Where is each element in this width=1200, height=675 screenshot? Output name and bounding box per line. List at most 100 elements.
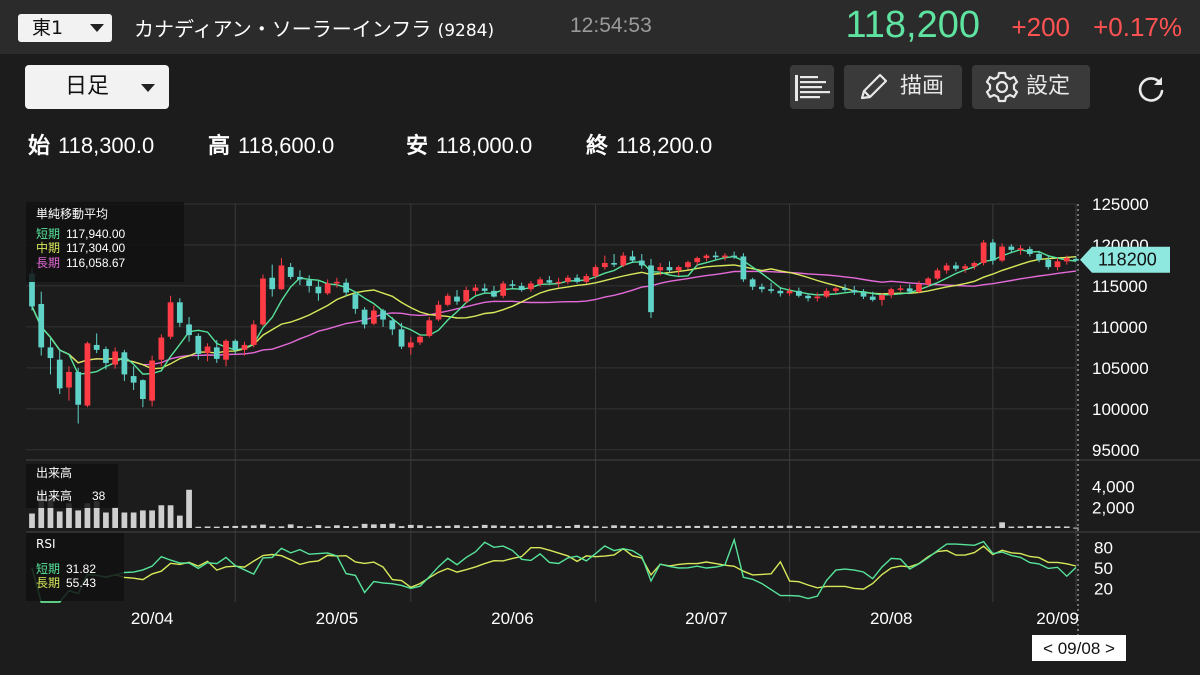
current-price-label: 118200: [1098, 250, 1157, 270]
candle-body: [481, 288, 488, 291]
chevron-down-icon: [90, 24, 104, 32]
candle-body: [583, 276, 590, 282]
volume-bar: [805, 526, 811, 528]
volume-bar: [620, 525, 627, 528]
volume-bar: [103, 512, 109, 528]
candle-body: [518, 285, 525, 291]
candle-body: [925, 278, 932, 285]
candle-body: [75, 371, 82, 405]
volume-bar: [657, 525, 664, 528]
volume-bar: [814, 526, 821, 528]
rsi-long-line: [31, 545, 1077, 603]
candle-body: [66, 371, 72, 388]
volume-bar: [334, 525, 340, 528]
candle-body: [648, 265, 654, 313]
draw-label: 描画: [900, 74, 945, 99]
rsi-axis-tick: 20: [1094, 579, 1113, 598]
volume-bar: [537, 525, 544, 528]
volume-bar: [481, 524, 488, 528]
indicator-list-button[interactable]: [790, 65, 834, 109]
volume-bar: [130, 512, 137, 528]
candle-body: [407, 342, 414, 348]
candle-body: [223, 340, 229, 360]
candle-body: [777, 290, 784, 294]
x-axis-tick: 20/09: [1036, 609, 1079, 628]
refresh-icon[interactable]: [1134, 72, 1168, 106]
volume-bar: [740, 526, 747, 528]
candle-body: [352, 294, 359, 309]
price-axis-tick: 115000: [1092, 277, 1147, 296]
candle-body: [842, 288, 848, 291]
candle-body: [417, 336, 423, 343]
volume-bar: [916, 526, 922, 528]
volume-bar: [953, 526, 959, 528]
volume-bar: [574, 524, 580, 528]
candle-body: [1045, 259, 1052, 268]
candle-body: [962, 266, 968, 269]
cursor-date[interactable]: < 09/08 >: [1032, 635, 1126, 661]
rsi-lines: [31, 537, 1077, 603]
volume-bar: [241, 525, 248, 528]
volume-bar: [112, 507, 119, 528]
volume-bar: [897, 525, 904, 528]
volume-bar: [1008, 526, 1015, 528]
candle-body: [1008, 246, 1015, 250]
volume-bar: [601, 526, 608, 528]
volume-bar: [1054, 526, 1061, 528]
volume-bar: [75, 510, 82, 528]
legend-mid-name: 中期: [36, 240, 60, 255]
volume-axis-tick: 2,000: [1092, 498, 1135, 517]
volume-bar: [971, 526, 978, 528]
rsi-axis-tick: 80: [1094, 539, 1113, 558]
draw-button[interactable]: 描画: [844, 65, 962, 109]
candle-body: [38, 303, 45, 348]
volume-bar: [555, 526, 562, 528]
settings-button[interactable]: 設定: [972, 65, 1090, 109]
volume-bar: [269, 526, 276, 528]
volume-bar: [398, 526, 405, 528]
x-axis-tick: 20/04: [131, 609, 174, 628]
volume-bar: [315, 525, 322, 528]
candle-body: [444, 295, 451, 305]
volume-bar: [463, 526, 470, 528]
candle-body: [916, 284, 922, 292]
volume-bar: [546, 525, 553, 528]
candle-body: [112, 351, 119, 365]
chevron-down-icon: [141, 84, 155, 92]
market-select[interactable]: 東1: [18, 14, 112, 42]
candle-body: [657, 267, 664, 271]
volume-bar: [675, 526, 682, 528]
candle-body: [186, 324, 192, 336]
candle-body: [823, 290, 830, 297]
volume-bar: [823, 526, 830, 528]
volume-bar: [722, 526, 728, 528]
stock-chart[interactable]: 9500010000010500011000011500012000012500…: [0, 190, 1200, 675]
volume-bar: [352, 526, 359, 528]
candle-body: [121, 352, 128, 375]
price-change-percent: +0.17%: [1093, 12, 1182, 42]
candle-body: [306, 280, 313, 286]
candle-body: [712, 255, 719, 258]
candle-body: [241, 344, 248, 350]
volume-bar: [380, 524, 386, 528]
chart-grid: [26, 203, 1200, 635]
volume-bar: [435, 525, 442, 528]
volume-bar: [583, 525, 590, 528]
volume-bar: [260, 524, 266, 528]
volume-bar: [324, 526, 331, 528]
candle-body: [685, 262, 691, 268]
volume-bar: [278, 526, 285, 528]
volume-bar: [564, 526, 571, 528]
period-select[interactable]: 日足: [25, 65, 169, 109]
volume-axis-tick: 4,000: [1092, 478, 1135, 497]
rsi-legend: RSI 短期 31.82 長期 55.43: [26, 533, 124, 601]
candle-body: [749, 279, 756, 287]
candle-body: [564, 277, 571, 282]
volume-legend: 出来高 出来高 38: [26, 464, 118, 508]
candle-body: [204, 346, 211, 354]
volume-bar: [795, 526, 802, 528]
open-price: 始 118,300.0: [28, 133, 155, 159]
candle-body: [1073, 258, 1079, 261]
candle-body: [786, 290, 793, 294]
candle-body: [491, 290, 497, 297]
